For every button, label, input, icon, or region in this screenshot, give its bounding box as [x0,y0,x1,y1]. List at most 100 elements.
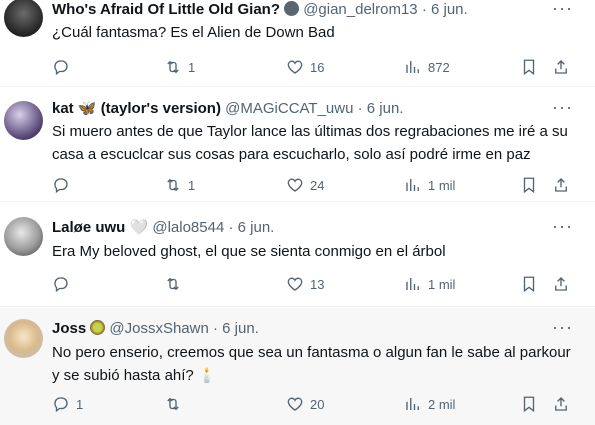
retweet-count: 1 [188,177,196,193]
like-button[interactable]: 13 [286,274,324,294]
more-options-icon[interactable]: ··· [552,0,573,19]
share-icon [555,178,567,192]
author-name[interactable]: Laløe uwu 🤍 [52,219,148,236]
tweet[interactable]: Joss @JossxShawn · 6 jun. ··· No pero en… [0,308,595,425]
tweet-header: kat 🦋 (taylor's version) @MAGiCCAT_uwu ·… [52,99,535,119]
retweet-icon [167,277,179,291]
like-button[interactable]: 16 [286,57,324,77]
tweet-date[interactable]: 6 jun. [222,320,259,337]
retweet-button[interactable]: 1 [164,175,195,195]
tweet[interactable]: kat 🦋 (taylor's version) @MAGiCCAT_uwu ·… [0,88,595,202]
views-button[interactable]: 1 mil [404,175,455,195]
separator-dot: · [357,100,363,117]
tweet-text: Si muero antes de que Taylor lance las ú… [52,123,568,163]
kiwi-badge-icon [90,320,106,335]
like-icon [287,178,303,192]
more-options-icon[interactable]: ··· [552,216,573,237]
views-icon [406,179,419,191]
retweet-count: 1 [188,59,196,75]
more-options-icon[interactable]: ··· [552,97,573,118]
views-icon [406,61,419,73]
like-button[interactable]: 24 [286,175,324,195]
share-icon [555,277,567,291]
view-count: 1 mil [428,177,456,193]
tweet-header: Joss @JossxShawn · 6 jun. [52,319,535,339]
like-icon [287,60,303,74]
tweet-header: Laløe uwu 🤍 @lalo8544 · 6 jun. [52,218,535,238]
retweet-icon [167,397,179,411]
share-icon [555,60,567,74]
tweet-text: No pero enserio, creemos que sea un fant… [52,344,571,384]
tweet-actions: 1 16 872 [52,57,582,77]
like-icon [287,277,303,291]
share-button[interactable] [552,394,570,414]
author-handle[interactable]: @JossxShawn [109,320,208,337]
views-button[interactable]: 1 mil [404,274,455,294]
avatar[interactable] [4,217,43,256]
bookmark-icon [523,276,535,293]
author-name[interactable]: kat 🦋 (taylor's version) [52,100,221,117]
tweet-actions: 1 20 2 mil [52,394,582,414]
like-count: 24 [310,177,325,193]
author-name[interactable]: Who's Afraid Of Little Old Gian? [52,1,280,18]
author-handle[interactable]: @lalo8544 [152,219,224,236]
like-button[interactable]: 20 [286,394,324,414]
retweet-icon [167,60,179,74]
tweet-header: Who's Afraid Of Little Old Gian? @gian_d… [52,0,535,20]
bookmark-icon [523,396,535,413]
retweet-button[interactable] [164,274,188,294]
avatar[interactable] [4,319,43,358]
like-count: 20 [310,396,325,412]
tweet-text: ¿Cuál fantasma? Es el Alien de Down Bad [52,24,335,41]
tweet-feed: Who's Afraid Of Little Old Gian? @gian_d… [0,0,595,425]
avatar[interactable] [4,101,43,140]
reply-count: 1 [76,396,84,412]
tweet-date[interactable]: 6 jun. [431,1,468,18]
bookmark-button[interactable] [520,175,538,195]
like-icon [287,397,303,411]
tweet-date[interactable]: 6 jun. [367,100,404,117]
avatar[interactable] [4,0,43,37]
bookmark-button[interactable] [520,57,538,77]
tweet-date[interactable]: 6 jun. [238,219,275,236]
retweet-icon [167,178,179,192]
author-name[interactable]: Joss [52,320,86,337]
views-icon [406,398,419,410]
views-button[interactable]: 2 mil [404,394,455,414]
share-button[interactable] [552,175,570,195]
view-count: 2 mil [428,396,456,412]
moon-badge-icon [284,1,300,16]
reply-button[interactable] [52,175,76,195]
reply-icon [54,60,68,76]
tweet[interactable]: Laløe uwu 🤍 @lalo8544 · 6 jun. ··· Era M… [0,203,595,307]
view-count: 872 [428,59,450,75]
views-icon [406,278,419,290]
reply-button[interactable]: 1 [52,394,83,414]
reply-button[interactable] [52,57,76,77]
bookmark-icon [523,59,535,76]
retweet-button[interactable] [164,394,188,414]
more-options-icon[interactable]: ··· [552,317,573,338]
separator-dot: · [421,1,427,18]
author-handle[interactable]: @MAGiCCAT_uwu [225,100,353,117]
share-button[interactable] [552,57,570,77]
tweet-text: Era My beloved ghost, el que se sienta c… [52,243,446,260]
tweet-actions: 1 24 1 mil [52,175,582,195]
reply-icon [54,277,68,293]
retweet-button[interactable]: 1 [164,57,195,77]
share-icon [555,397,567,411]
separator-dot: · [228,219,234,236]
reply-button[interactable] [52,274,76,294]
author-handle[interactable]: @gian_delrom13 [303,1,417,18]
bookmark-icon [523,177,535,194]
tweet-actions: 13 1 mil [52,274,582,294]
bookmark-button[interactable] [520,274,538,294]
views-button[interactable]: 872 [404,57,450,77]
share-button[interactable] [552,274,570,294]
reply-icon [54,178,68,194]
view-count: 1 mil [428,276,456,292]
like-count: 13 [310,276,325,292]
bookmark-button[interactable] [520,394,538,414]
tweet[interactable]: Who's Afraid Of Little Old Gian? @gian_d… [0,0,595,87]
like-count: 16 [310,59,325,75]
